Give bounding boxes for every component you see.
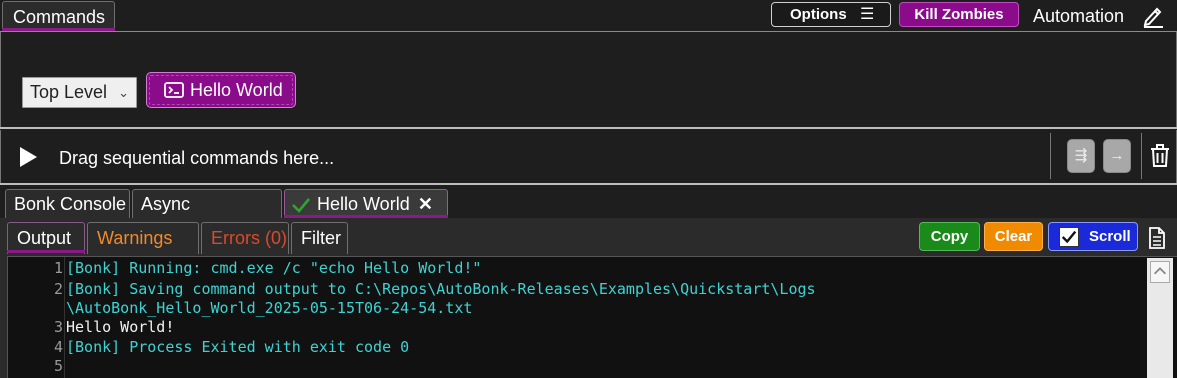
chevron-up-icon — [1153, 267, 1167, 275]
tab-async-sequences[interactable]: Async Sequences — [132, 189, 282, 242]
console-line: [Bonk] Process Exited with exit code 0 — [66, 338, 410, 356]
tab-label: Errors (0) — [211, 228, 287, 248]
parallel-mode-button[interactable]: ⇶ — [1067, 139, 1095, 173]
line-number: 1 — [53, 259, 63, 277]
console-line: [Bonk] Running: cmd.exe /c "echo Hello W… — [66, 259, 482, 277]
arrow-right-icon: → — [1109, 147, 1125, 164]
autoscroll-toggle[interactable]: Scroll — [1048, 222, 1138, 251]
top-header: Commands Options ☰ Kill Zombies Automati… — [0, 0, 1177, 32]
drag-placeholder: Drag sequential commands here... — [59, 148, 335, 168]
tab-warnings[interactable]: Warnings (0) — [87, 222, 199, 278]
tab-filter[interactable]: Filter — [291, 222, 348, 254]
commands-tab-label: Commands — [13, 7, 106, 27]
output-tab-indicator — [7, 250, 85, 253]
automation-label: Automation — [1033, 6, 1125, 26]
kill-zombies-label: Kill Zombies — [914, 6, 1004, 23]
line-number: 2 — [53, 280, 63, 298]
menu-icon: ☰ — [860, 6, 875, 23]
play-icon[interactable] — [18, 146, 38, 168]
edit-pencil-icon[interactable] — [1142, 4, 1164, 28]
tab-label: Hello World — [317, 194, 410, 214]
scroll-checkbox[interactable] — [1059, 227, 1079, 247]
options-button[interactable]: Options ☰ — [771, 2, 891, 27]
console-line: \AutoBonk_Hello_World_2025-05-15T06-24-5… — [66, 299, 473, 317]
clear-label: Clear — [994, 228, 1033, 245]
terminal-icon — [164, 82, 184, 98]
tab-bonk-console[interactable]: Bonk Console — [5, 189, 130, 219]
output-panel: Output Warnings (0) Errors (0) Filter Co… — [0, 218, 1177, 378]
document-icon[interactable] — [1148, 227, 1166, 249]
tab-errors[interactable]: Errors (0) — [201, 222, 289, 254]
line-number: 3 — [53, 318, 63, 336]
sequential-mode-button[interactable]: → — [1103, 139, 1131, 173]
check-icon — [292, 198, 310, 213]
console-output[interactable]: 1 2 3 4 5 [Bonk] Running: cmd.exe /c "ec… — [7, 256, 1177, 378]
copy-button[interactable]: Copy — [919, 222, 980, 251]
console-line: [Bonk] Saving command output to C:\Repos… — [66, 280, 816, 298]
line-number: 5 — [53, 357, 63, 375]
kill-zombies-button[interactable]: Kill Zombies — [899, 2, 1019, 27]
tab-label: Bonk Console — [14, 194, 127, 214]
parallel-arrows-icon: ⇶ — [1074, 147, 1088, 164]
hello-world-command-button[interactable]: Hello World — [146, 72, 296, 108]
sequence-divider — [1141, 133, 1142, 179]
gutter-divider — [64, 257, 65, 378]
options-label: Options — [790, 6, 847, 23]
copy-label: Copy — [930, 228, 969, 245]
console-line: Hello World! — [66, 318, 175, 336]
line-number-gutter: 1 2 3 4 5 — [8, 257, 63, 378]
section-divider — [0, 127, 1177, 129]
sequence-bar[interactable]: Drag sequential commands here... ⇶ → — [0, 130, 1177, 183]
bottom-tab-bar: Bonk Console Async Sequences Hello World… — [0, 185, 1177, 242]
trash-icon[interactable] — [1149, 144, 1171, 168]
tab-label: Filter — [301, 228, 341, 248]
level-select[interactable]: Top Level ⌄ — [22, 77, 137, 108]
chevron-down-icon: ⌄ — [118, 85, 129, 100]
tab-label: Output — [17, 228, 72, 248]
sequence-divider — [1050, 133, 1051, 179]
commands-area: Top Level ⌄ Hello World — [0, 32, 1177, 128]
line-number: 4 — [53, 338, 63, 356]
check-icon — [1061, 230, 1077, 244]
clear-button[interactable]: Clear — [984, 222, 1043, 251]
level-select-value: Top Level — [30, 82, 108, 102]
close-icon[interactable]: ✕ — [418, 190, 433, 218]
scroll-up-button[interactable] — [1150, 261, 1170, 283]
console-scrollbar[interactable] — [1147, 258, 1173, 378]
scroll-label: Scroll — [1089, 228, 1131, 245]
hello-world-command-label: Hello World — [190, 80, 283, 100]
